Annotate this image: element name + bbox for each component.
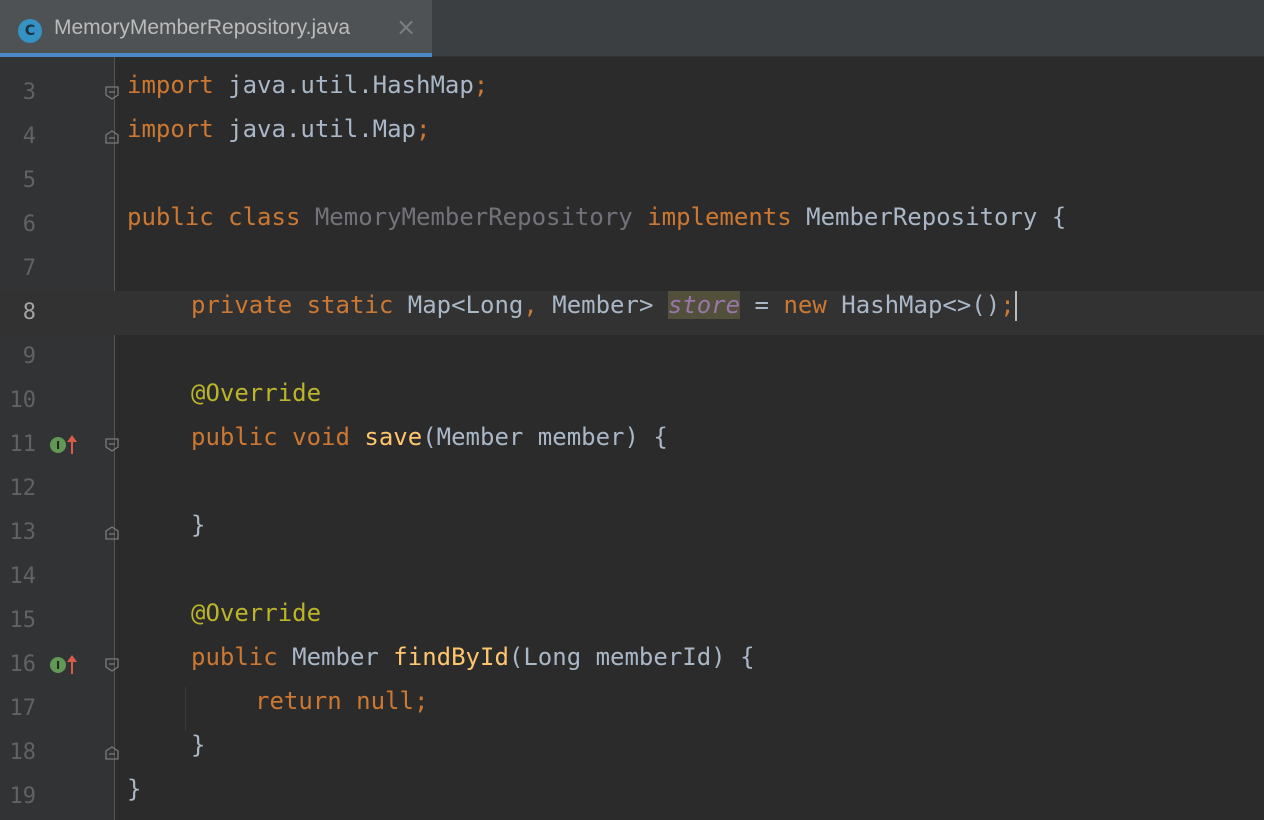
fold-start-icon[interactable] bbox=[105, 658, 119, 672]
line-number: 4 bbox=[22, 124, 36, 149]
code-text: } bbox=[191, 731, 205, 759]
code-line[interactable]: 4 import java.util.Map; bbox=[0, 115, 1264, 159]
editor-tab-bar: C MemoryMemberRepository.java × bbox=[0, 0, 1264, 57]
code-token: } bbox=[191, 731, 206, 759]
fold-start-icon[interactable] bbox=[105, 438, 119, 452]
line-number: 11 bbox=[9, 432, 37, 457]
line-number: 18 bbox=[9, 740, 37, 765]
tab-memory-member-repository[interactable]: C MemoryMemberRepository.java × bbox=[0, 0, 432, 57]
code-text: @Override bbox=[191, 379, 321, 407]
code-text: @Override bbox=[191, 599, 321, 627]
code-text: public void save(Member member) { bbox=[191, 423, 668, 451]
code-token: = bbox=[740, 291, 784, 319]
fold-end-icon[interactable] bbox=[105, 746, 119, 760]
code-text: } bbox=[127, 775, 141, 803]
code-token: Map<Long bbox=[393, 291, 524, 319]
line-number: 6 bbox=[22, 212, 36, 237]
code-token: Member bbox=[277, 643, 394, 671]
line-number: 7 bbox=[22, 256, 36, 281]
keyword: import bbox=[127, 115, 214, 143]
keyword: import bbox=[127, 71, 214, 99]
line-number: 16 bbox=[9, 652, 37, 677]
code-line[interactable]: 14 bbox=[0, 555, 1264, 599]
fold-start-icon[interactable] bbox=[105, 86, 119, 100]
code-text: import java.util.HashMap; bbox=[127, 71, 488, 99]
code-text: } bbox=[191, 511, 205, 539]
keyword: public bbox=[191, 643, 278, 671]
text-caret bbox=[1014, 291, 1017, 321]
keyword: private static bbox=[191, 291, 394, 319]
svg-text:I: I bbox=[56, 439, 60, 452]
code-token: HashMap<>() bbox=[826, 291, 1001, 319]
code-token: java.util.HashMap bbox=[213, 71, 474, 99]
code-editor[interactable]: 3 import java.util.HashMap; 4 import jav… bbox=[0, 57, 1264, 820]
code-token: MemberRepository { bbox=[791, 203, 1067, 231]
implementing-method-icon[interactable]: I bbox=[49, 433, 83, 455]
field-store: store bbox=[667, 291, 741, 319]
code-token: Member> bbox=[537, 291, 668, 319]
code-line[interactable]: 18 } bbox=[0, 731, 1264, 775]
implementing-method-icon[interactable]: I bbox=[49, 653, 83, 675]
code-token: } bbox=[127, 775, 142, 803]
code-line[interactable]: 17 return null; bbox=[0, 687, 1264, 731]
class-name: MemoryMemberRepository bbox=[314, 203, 633, 231]
code-line[interactable]: 6 public class MemoryMemberRepository im… bbox=[0, 203, 1264, 247]
code-token: java.util.Map bbox=[213, 115, 416, 143]
line-number: 19 bbox=[9, 784, 37, 809]
keyword: return null bbox=[255, 687, 414, 715]
code-token: } bbox=[191, 511, 206, 539]
semicolon: ; bbox=[473, 71, 489, 99]
code-line[interactable]: 7 bbox=[0, 247, 1264, 291]
line-number: 5 bbox=[22, 168, 36, 193]
keyword: public void bbox=[191, 423, 350, 451]
line-number: 10 bbox=[9, 388, 37, 413]
method-name: findById bbox=[393, 643, 509, 671]
keyword: public class bbox=[127, 203, 301, 231]
code-line[interactable]: 19 } bbox=[0, 775, 1264, 819]
code-line[interactable]: 3 import java.util.HashMap; bbox=[0, 71, 1264, 115]
annotation: @Override bbox=[191, 599, 322, 627]
code-line[interactable]: 10 @Override bbox=[0, 379, 1264, 423]
code-text: public Member findById(Long memberId) { bbox=[191, 643, 755, 671]
line-number: 3 bbox=[22, 80, 36, 105]
code-line[interactable]: 15 @Override bbox=[0, 599, 1264, 643]
keyword: implements bbox=[647, 203, 792, 231]
line-number: 9 bbox=[22, 344, 36, 369]
line-number: 14 bbox=[9, 564, 37, 589]
code-line[interactable]: 12 bbox=[0, 467, 1264, 511]
comma: , bbox=[523, 291, 538, 319]
keyword: new bbox=[783, 291, 827, 319]
line-number: 8 bbox=[22, 300, 36, 325]
java-class-icon: C bbox=[18, 19, 42, 43]
fold-end-icon[interactable] bbox=[105, 526, 119, 540]
semicolon: ; bbox=[1000, 291, 1015, 319]
semicolon: ; bbox=[416, 115, 431, 143]
code-text: private static Map<Long, Member> store =… bbox=[191, 291, 1017, 321]
method-name: save bbox=[364, 423, 423, 451]
line-number: 15 bbox=[9, 608, 37, 633]
code-text: public class MemoryMemberRepository impl… bbox=[127, 203, 1066, 231]
tab-title: MemoryMemberRepository.java bbox=[54, 16, 351, 39]
code-line[interactable]: 13 } bbox=[0, 511, 1264, 555]
line-number: 17 bbox=[9, 696, 37, 721]
close-icon[interactable]: × bbox=[396, 13, 416, 41]
line-number: 12 bbox=[9, 476, 37, 501]
code-token: (Member member) { bbox=[422, 423, 668, 451]
code-text: return null; bbox=[255, 687, 428, 715]
semicolon: ; bbox=[413, 687, 429, 715]
fold-end-icon[interactable] bbox=[105, 130, 119, 144]
code-line[interactable]: 16 I public Member findById(Long memberI… bbox=[0, 643, 1264, 687]
code-token: (Long memberId) { bbox=[508, 643, 755, 671]
svg-text:I: I bbox=[56, 659, 60, 672]
code-line[interactable]: 5 bbox=[0, 159, 1264, 203]
line-number: 13 bbox=[9, 520, 37, 545]
annotation: @Override bbox=[191, 379, 322, 407]
current-code-line[interactable]: 8 private static Map<Long, Member> store… bbox=[0, 291, 1264, 335]
code-text: import java.util.Map; bbox=[127, 115, 430, 143]
code-line[interactable]: 11 I public void save(Member member) { bbox=[0, 423, 1264, 467]
code-line[interactable]: 9 bbox=[0, 335, 1264, 379]
